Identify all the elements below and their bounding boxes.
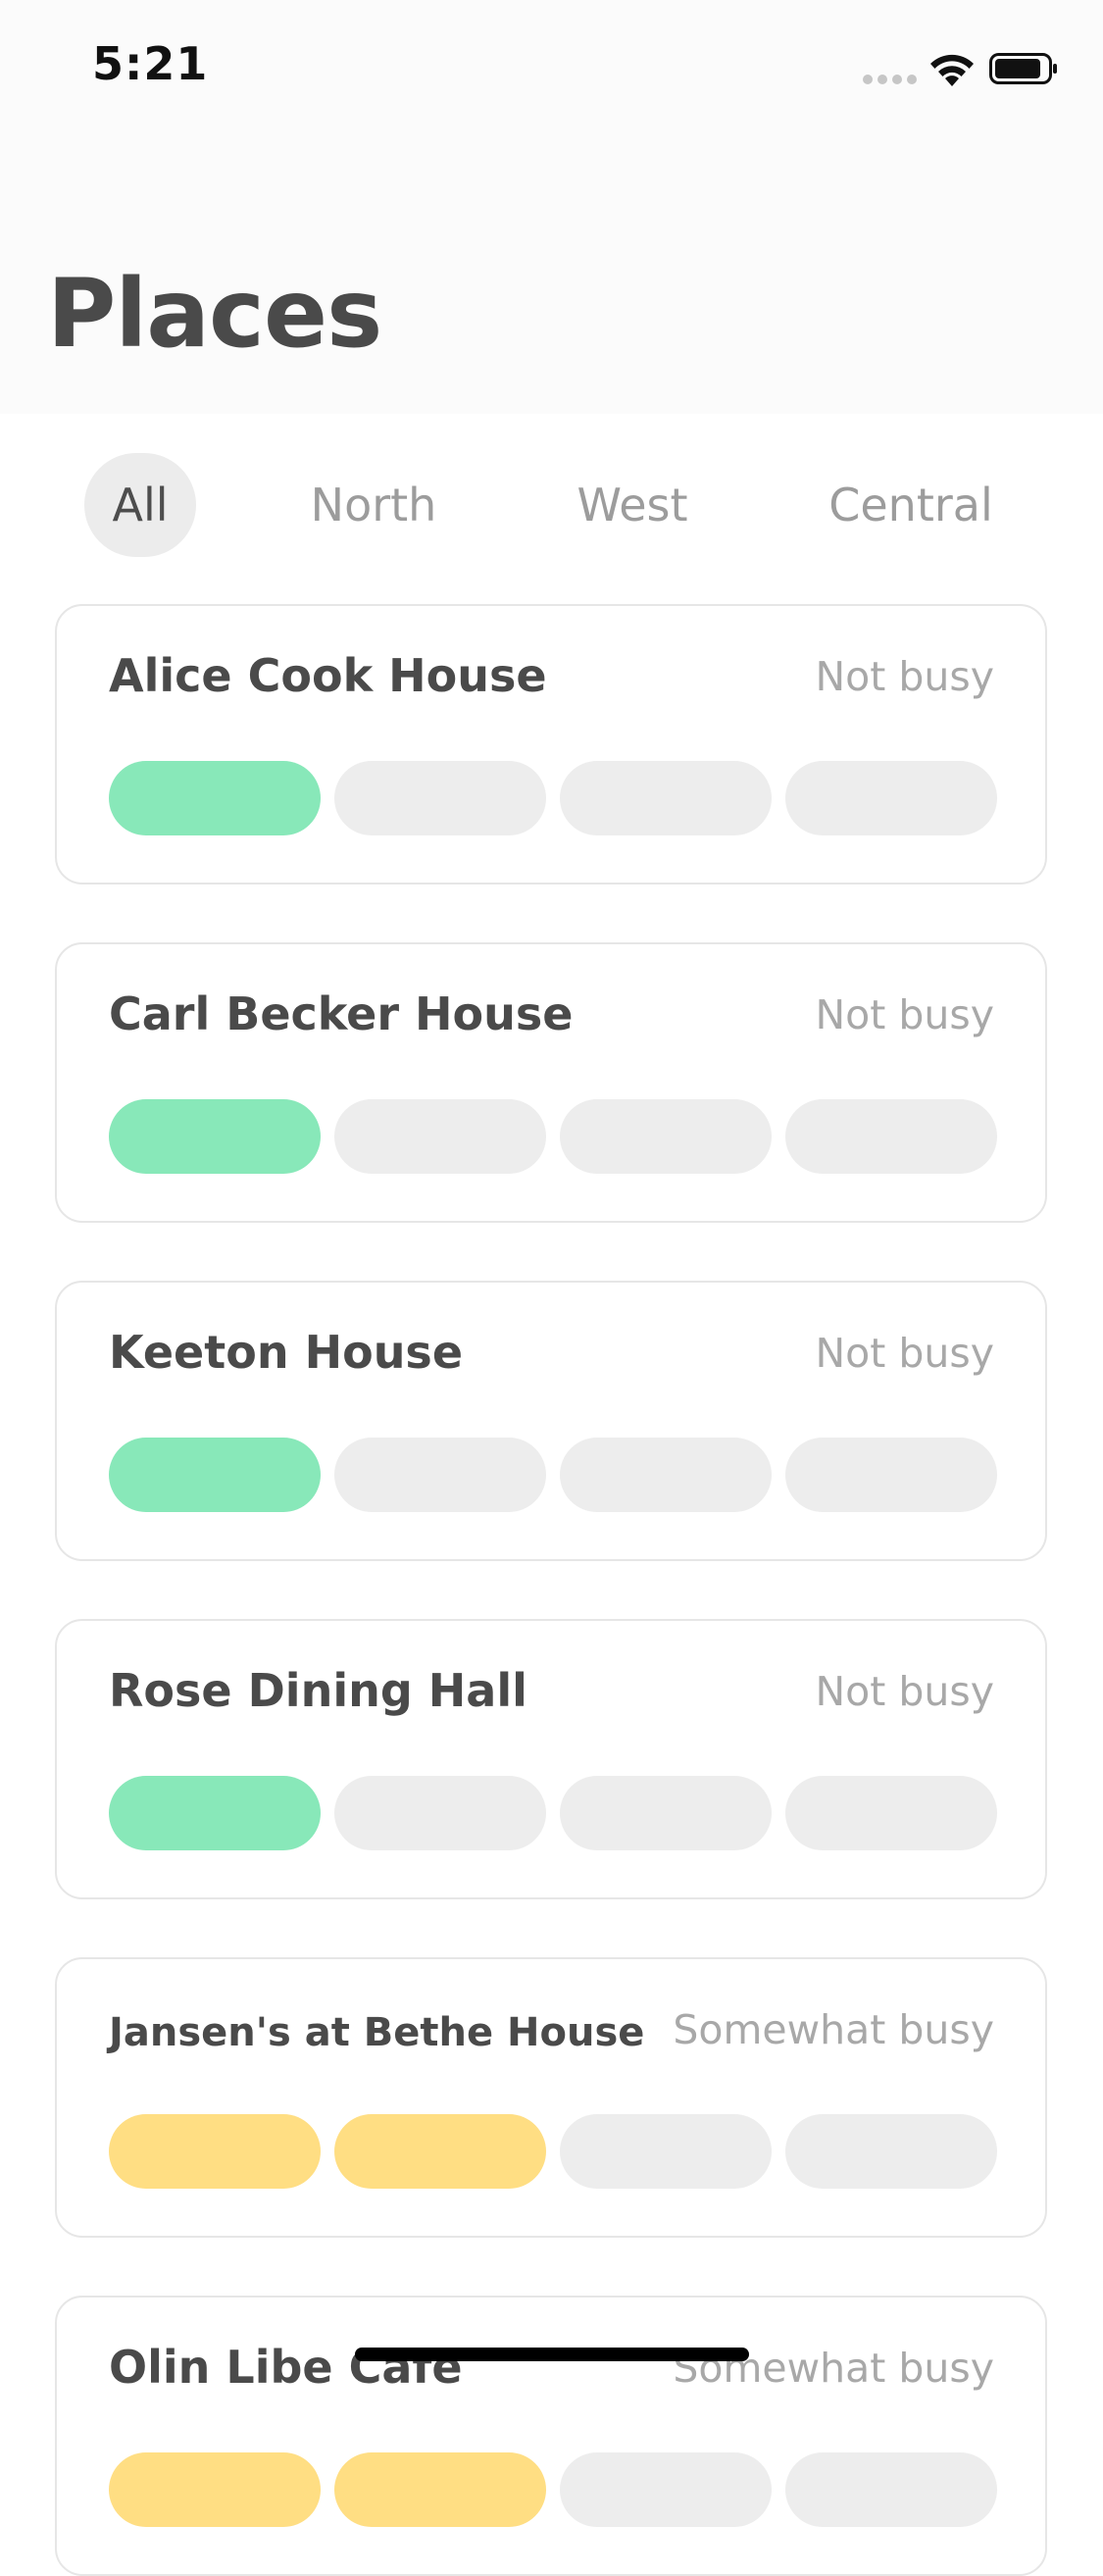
tab-all[interactable]: All	[84, 453, 196, 557]
busyness-meter	[109, 2452, 997, 2527]
status-time: 5:21	[92, 37, 209, 90]
status-bar: 5:21	[0, 0, 1103, 137]
tab-central[interactable]: Central	[824, 453, 998, 557]
busyness-meter	[109, 2114, 997, 2189]
busy-status: Not busy	[815, 1330, 995, 1377]
place-name: Jansen's at Bethe House	[109, 2010, 645, 2055]
region-tabs: All North West Central	[0, 453, 1103, 561]
busyness-segment	[334, 1438, 546, 1512]
busyness-segment	[785, 761, 997, 835]
busyness-segment	[560, 761, 772, 835]
busyness-segment	[334, 2452, 546, 2527]
busyness-segment	[334, 1099, 546, 1174]
busyness-segment	[785, 2452, 997, 2527]
busy-status: Not busy	[815, 991, 995, 1038]
place-card[interactable]: Rose Dining Hall Not busy	[55, 1619, 1047, 1899]
busyness-segment	[109, 761, 321, 835]
busyness-segment	[109, 1776, 321, 1850]
place-card[interactable]: Carl Becker House Not busy	[55, 942, 1047, 1223]
busyness-segment	[560, 2452, 772, 2527]
busyness-segment	[560, 2114, 772, 2189]
busy-status: Not busy	[815, 653, 995, 700]
place-card[interactable]: Keeton House Not busy	[55, 1281, 1047, 1561]
busyness-segment	[334, 1776, 546, 1850]
busyness-segment	[785, 1438, 997, 1512]
place-name: Rose Dining Hall	[109, 1664, 527, 1717]
wifi-icon	[930, 54, 974, 86]
place-name: Carl Becker House	[109, 987, 574, 1040]
busy-status: Somewhat busy	[673, 2006, 994, 2053]
busyness-segment	[109, 1438, 321, 1512]
page-title: Places	[47, 259, 382, 369]
busyness-segment	[334, 761, 546, 835]
busyness-segment	[785, 1776, 997, 1850]
tab-north[interactable]: North	[294, 453, 453, 557]
cellular-signal-icon	[863, 75, 918, 84]
busyness-meter	[109, 1438, 997, 1512]
home-indicator[interactable]	[355, 2348, 749, 2361]
busyness-segment	[560, 1099, 772, 1174]
place-card[interactable]: Jansen's at Bethe House Somewhat busy	[55, 1957, 1047, 2238]
battery-icon	[989, 53, 1057, 84]
busyness-segment	[785, 1099, 997, 1174]
place-name: Keeton House	[109, 1326, 464, 1379]
place-card[interactable]: Olin Libe Cafe Somewhat busy	[55, 2296, 1047, 2576]
busyness-segment	[109, 1099, 321, 1174]
busyness-segment	[109, 2452, 321, 2527]
busyness-meter	[109, 1776, 997, 1850]
busyness-segment	[560, 1776, 772, 1850]
busyness-segment	[109, 2114, 321, 2189]
busyness-segment	[334, 2114, 546, 2189]
place-card[interactable]: Alice Cook House Not busy	[55, 604, 1047, 884]
busyness-segment	[785, 2114, 997, 2189]
place-name: Alice Cook House	[109, 649, 547, 702]
busy-status: Not busy	[815, 1668, 995, 1715]
busyness-meter	[109, 761, 997, 835]
busyness-segment	[560, 1438, 772, 1512]
busyness-meter	[109, 1099, 997, 1174]
tab-west[interactable]: West	[559, 453, 706, 557]
